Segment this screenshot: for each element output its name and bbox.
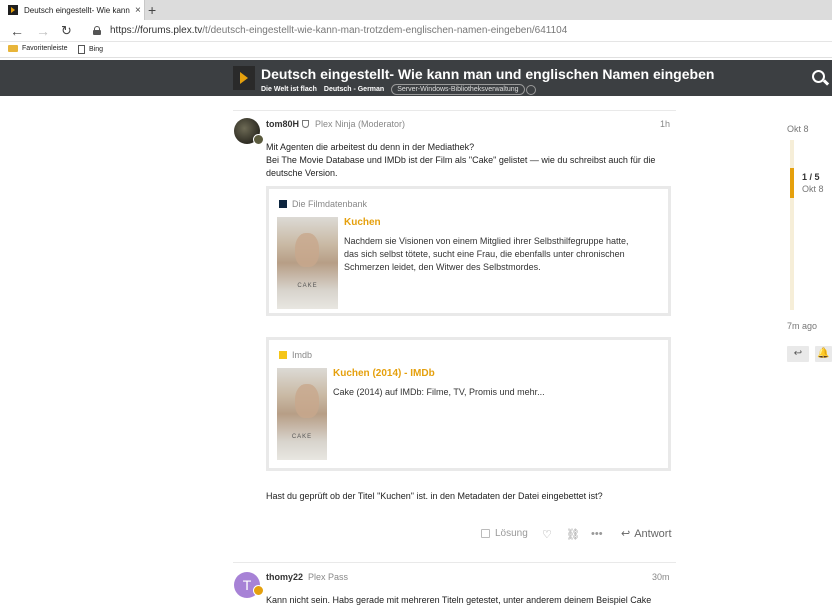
url-host: https://forums.plex.tv xyxy=(110,25,203,36)
reply-label: Antwort xyxy=(634,527,672,540)
timeline-track[interactable] xyxy=(790,140,794,310)
bing-bookmark[interactable]: Bing xyxy=(78,45,103,54)
link-preview-imdb[interactable]: Imdb Kuchen (2014) - IMDb Cake (2014) au… xyxy=(266,337,671,471)
reply-button[interactable]: ↩ Antwort xyxy=(621,527,672,541)
topic-title[interactable]: Deutsch eingestellt- Wie kann man und en… xyxy=(261,66,714,82)
breadcrumb: Die Welt ist flach Deutsch - German Serv… xyxy=(261,84,543,95)
post-user-title: Plex Ninja (Moderator) xyxy=(315,119,406,129)
movie-poster xyxy=(277,217,338,309)
bell-icon: 🔔 xyxy=(817,348,830,359)
timeline-position-date: Okt 8 xyxy=(802,184,824,194)
checkbox-icon xyxy=(481,529,490,538)
solution-button[interactable]: Lösung xyxy=(481,528,528,539)
preview-source-label: Imdb xyxy=(292,350,313,360)
post-closing-line: Hast du geprüft ob der Titel "Kuchen" is… xyxy=(266,491,603,501)
search-icon[interactable] xyxy=(812,70,825,83)
close-tab-icon[interactable]: × xyxy=(135,5,141,16)
preview-title[interactable]: Kuchen xyxy=(344,217,381,228)
browser-tab[interactable]: Deutsch eingestellt- Wie kann m × xyxy=(0,0,145,20)
more-icon[interactable]: ••• xyxy=(591,528,603,540)
post-line: deutsche Version. xyxy=(266,168,338,178)
preview-source-label: Die Filmdatenbank xyxy=(292,199,368,209)
preview-line: das sich selbst tötete, sucht eine Frau,… xyxy=(344,249,625,259)
post-user-title: Plex Pass xyxy=(308,572,349,582)
tmdb-icon xyxy=(279,200,287,208)
back-arrow-icon[interactable]: ← xyxy=(10,22,24,40)
post-body: Mit Agenten die arbeitest du denn in der… xyxy=(266,141,676,180)
shield-icon xyxy=(302,120,309,128)
post-divider xyxy=(233,110,676,111)
tag-circle-icon xyxy=(525,84,536,95)
post-time[interactable]: 1h xyxy=(660,119,670,129)
browser-tab-bar: Deutsch eingestellt- Wie kann m × + xyxy=(0,0,832,20)
post-time[interactable]: 30m xyxy=(652,572,670,582)
favorites-label: Favoritenleiste xyxy=(22,45,68,52)
new-tab-icon[interactable]: + xyxy=(148,1,156,19)
notification-bell-button[interactable]: 🔔 xyxy=(815,346,832,362)
timeline-start-date[interactable]: Okt 8 xyxy=(787,124,809,134)
link-preview-tmdb[interactable]: Die Filmdatenbank Kuchen Nachdem sie Vis… xyxy=(266,186,671,316)
address-bar[interactable]: https://forums.plex.tv/t/deutsch-eingest… xyxy=(110,25,567,36)
plex-logo-icon[interactable] xyxy=(233,66,255,90)
post-divider xyxy=(233,562,676,563)
timeline-handle[interactable] xyxy=(790,168,794,198)
favorites-folder[interactable]: Favoritenleiste xyxy=(8,45,68,52)
plex-favicon-icon xyxy=(8,5,18,15)
favorites-bar: Favoritenleiste Bing xyxy=(0,42,832,58)
preview-source: Die Filmdatenbank xyxy=(279,199,367,209)
reply-arrow-icon: ↩ xyxy=(621,528,631,540)
timeline-end-label[interactable]: 7m ago xyxy=(787,321,817,331)
reload-icon[interactable]: ↻ xyxy=(61,22,72,40)
preview-title[interactable]: Kuchen (2014) - IMDb xyxy=(333,368,435,379)
bing-label: Bing xyxy=(89,46,104,53)
timeline-reply-button[interactable]: ↩ xyxy=(787,346,809,362)
folder-icon xyxy=(8,45,18,52)
breadcrumb-subcategory[interactable]: Deutsch - German xyxy=(324,86,384,93)
heart-icon[interactable]: ♡ xyxy=(542,528,552,541)
topic-tag[interactable]: Server-Windows-Bibliotheksverwaltung xyxy=(391,84,525,95)
post-username[interactable]: thomy22 xyxy=(266,572,303,582)
lock-icon xyxy=(93,26,101,35)
preview-description: Cake (2014) auf IMDb: Filme, TV, Promis … xyxy=(333,387,545,397)
plex-pass-badge-icon xyxy=(253,585,264,596)
post-line: Bei The Movie Database und IMDb ist der … xyxy=(266,155,656,165)
timeline-position: 1 / 5 xyxy=(802,172,820,182)
preview-line: Nachdem sie Visionen von einem Mitglied … xyxy=(344,236,629,246)
reply-arrow-icon: ↩ xyxy=(793,348,803,359)
breadcrumb-category[interactable]: Die Welt ist flach xyxy=(261,86,317,93)
browser-nav-bar: ← → ↻ https://forums.plex.tv/t/deutsch-e… xyxy=(0,20,832,42)
tab-title: Deutsch eingestellt- Wie kann m xyxy=(24,5,132,15)
url-path: /t/deutsch-eingestellt-wie-kann-man-trot… xyxy=(202,25,568,36)
post-line: Mit Agenten die arbeitest du denn in der… xyxy=(266,142,475,152)
link-icon[interactable]: ⛓ xyxy=(566,528,580,541)
page-icon xyxy=(78,45,85,54)
forward-arrow-icon[interactable]: → xyxy=(36,22,50,40)
post-username[interactable]: tom80H xyxy=(266,119,299,129)
preview-source: Imdb xyxy=(279,350,312,360)
preview-description: Nachdem sie Visionen von einem Mitglied … xyxy=(344,235,664,274)
solution-label: Lösung xyxy=(495,528,528,539)
movie-poster xyxy=(277,368,327,460)
imdb-icon xyxy=(279,351,287,359)
moderator-badge-icon xyxy=(253,134,264,145)
preview-line: Schmerzen leidet, den Witwer des Selbstm… xyxy=(344,262,541,272)
